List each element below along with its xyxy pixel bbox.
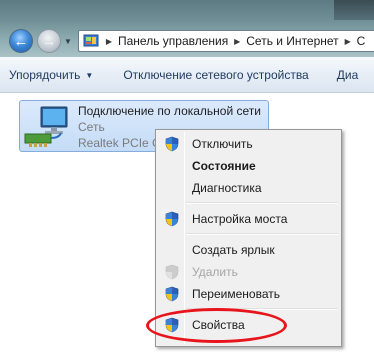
disable-device-button[interactable]: Отключение сетевого устройства bbox=[101, 68, 316, 82]
menu-item-label: Переименовать bbox=[192, 287, 280, 301]
breadcrumb-separator[interactable]: ▶ bbox=[102, 37, 116, 46]
menu-item-rename[interactable]: Переименовать bbox=[158, 283, 339, 305]
chevron-down-icon: ▼ bbox=[85, 70, 94, 80]
breadcrumb-network-internet[interactable]: Сеть и Интернет bbox=[244, 34, 340, 48]
highlight-annotation bbox=[146, 308, 287, 343]
address-bar[interactable]: ▶ Панель управления ▶ Сеть и Интернет ▶ … bbox=[78, 30, 374, 52]
window-title-bar: ← → ▼ ▶ Панель управления ▶ Сеть и Интер… bbox=[0, 0, 374, 57]
menu-item-delete: Удалить bbox=[158, 261, 339, 283]
menu-item-label: Создать ярлык bbox=[192, 243, 275, 257]
control-panel-icon bbox=[83, 34, 99, 47]
organize-menu-button[interactable]: Упорядочить ▼ bbox=[0, 68, 101, 82]
uac-shield-icon bbox=[165, 136, 179, 152]
breadcrumb-separator[interactable]: ▶ bbox=[341, 37, 355, 46]
menu-item-label: Отключить bbox=[192, 137, 253, 151]
menu-item-label: Диагностика bbox=[192, 181, 262, 195]
uac-shield-icon bbox=[165, 264, 179, 280]
menu-item-status[interactable]: Состояние bbox=[158, 155, 339, 177]
menu-item-bridge[interactable]: Настройка моста bbox=[158, 208, 339, 230]
uac-shield-icon bbox=[165, 286, 179, 302]
back-button[interactable]: ← bbox=[9, 29, 33, 53]
menu-item-label: Настройка моста bbox=[192, 212, 288, 226]
connection-name: Подключение по локальной сети bbox=[78, 104, 261, 118]
menu-item-label: Состояние bbox=[192, 159, 256, 173]
menu-separator bbox=[186, 202, 338, 204]
organize-label: Упорядочить bbox=[9, 67, 81, 82]
forward-button[interactable]: → bbox=[37, 29, 61, 53]
breadcrumb-network-connections[interactable]: С bbox=[355, 34, 368, 48]
menu-separator bbox=[186, 233, 338, 235]
menu-item-disable[interactable]: Отключить bbox=[158, 133, 339, 155]
diagnose-button[interactable]: Диа bbox=[317, 68, 367, 82]
menu-item-label: Удалить bbox=[192, 265, 238, 279]
breadcrumb-control-panel[interactable]: Панель управления bbox=[116, 34, 230, 48]
command-bar: Упорядочить ▼ Отключение сетевого устройс… bbox=[0, 57, 374, 93]
breadcrumb-separator[interactable]: ▶ bbox=[230, 37, 244, 46]
menu-item-create-shortcut[interactable]: Создать ярлык bbox=[158, 239, 339, 261]
menu-item-diagnostics[interactable]: Диагностика bbox=[158, 177, 339, 199]
title-bar-glass bbox=[334, 0, 374, 20]
uac-shield-icon bbox=[165, 211, 179, 227]
recent-pages-dropdown[interactable]: ▼ bbox=[63, 37, 73, 47]
network-adapter-icon bbox=[24, 106, 68, 147]
connection-network: Сеть bbox=[78, 120, 105, 134]
